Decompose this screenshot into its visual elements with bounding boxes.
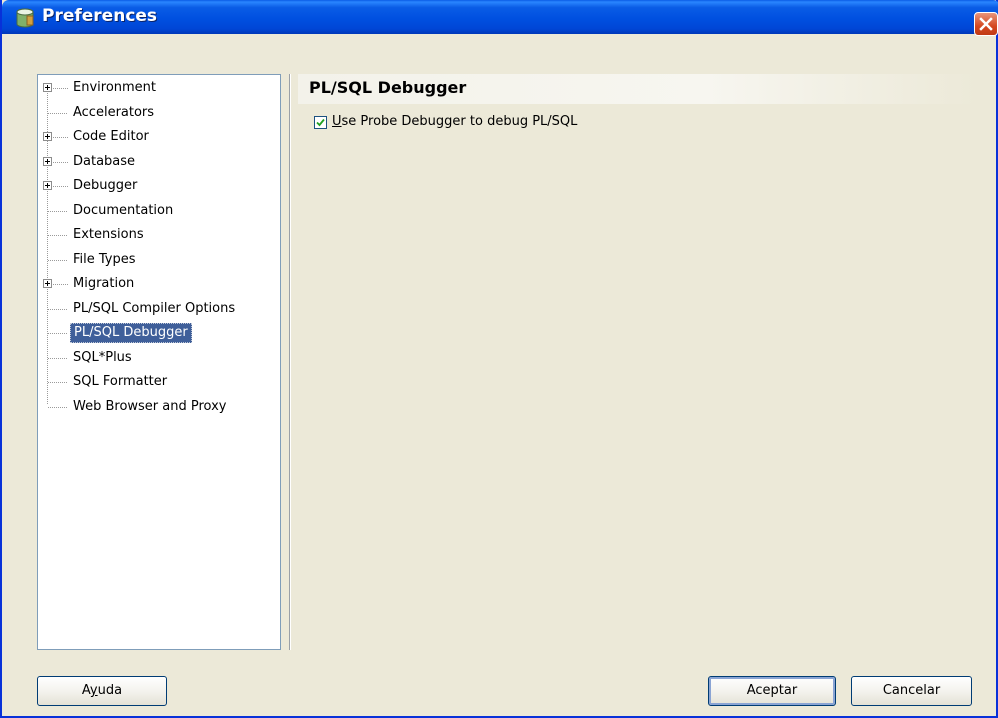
help-mnemonic: y (89, 683, 98, 698)
tree-item[interactable]: SQL Formatter (38, 371, 278, 393)
tree-connector (53, 284, 68, 285)
ok-button[interactable]: Aceptar (708, 676, 836, 706)
cancel-button[interactable]: Cancelar (851, 676, 972, 706)
help-label-end: uda (97, 683, 123, 698)
title-bar[interactable]: Preferences (2, 0, 998, 36)
panel-divider[interactable] (289, 74, 291, 650)
probe-debugger-checkbox[interactable] (314, 116, 327, 129)
expand-icon[interactable] (43, 156, 52, 166)
tree-connector (48, 357, 68, 359)
expand-icon[interactable] (43, 132, 52, 141)
tree-connector (48, 406, 68, 408)
tree-item[interactable]: File Types (38, 249, 278, 271)
tree-item-label: Documentation (73, 202, 174, 218)
tree-item-label: Web Browser and Proxy (73, 398, 227, 414)
tree-item[interactable]: Extensions (38, 224, 278, 246)
tree-item[interactable]: Web Browser and Proxy (38, 396, 278, 418)
tree-item[interactable]: PL/SQL Debugger (38, 322, 278, 344)
expand-icon[interactable] (43, 83, 52, 92)
tree-connector (53, 88, 68, 89)
expand-icon[interactable] (43, 181, 52, 190)
probe-debugger-label[interactable]: Use Probe Debugger to debug PL/SQL (332, 114, 577, 129)
tree-item[interactable]: PL/SQL Compiler Options (38, 298, 278, 320)
tree-item-label: PL/SQL Debugger (70, 323, 192, 343)
help-button[interactable]: Ayuda (37, 676, 167, 706)
tree-item[interactable]: Database (38, 151, 278, 173)
checkmark-icon (316, 118, 325, 127)
close-icon (979, 17, 993, 31)
tree-item-label: Extensions (73, 227, 144, 242)
tree-item[interactable]: Migration (38, 273, 278, 295)
tree-item-label: File Types (73, 251, 136, 267)
tree-item-label: SQL*Plus (73, 349, 132, 365)
expand-icon[interactable] (43, 279, 52, 288)
tree-item-label: Migration (73, 276, 135, 291)
preferences-tree[interactable]: Environment Accelerators Code Editor Databa… (37, 74, 281, 650)
tree-item[interactable]: Documentation (38, 200, 278, 222)
tree-connector (48, 382, 68, 383)
tree-item-label: PL/SQL Compiler Options (73, 300, 236, 316)
tree-item-label: Accelerators (73, 104, 155, 120)
tree-item-label: Code Editor (73, 129, 149, 144)
tree-item[interactable]: Environment (38, 77, 278, 99)
tree-connector (48, 112, 68, 114)
tree-item-label: Debugger (73, 178, 138, 193)
probe-debugger-mnemonic: U (332, 114, 342, 129)
close-button[interactable] (974, 12, 998, 36)
tree-connector (48, 235, 68, 236)
preferences-dialog: Preferences Environment Accelerators Code … (0, 0, 998, 718)
probe-debugger-text: se Probe Debugger to debug PL/SQL (341, 114, 578, 129)
tree-item[interactable]: Debugger (38, 175, 278, 197)
tree-connector (48, 333, 68, 334)
tree-item[interactable]: Code Editor (38, 126, 278, 148)
tree-connector (53, 161, 68, 163)
tree-connector (48, 308, 68, 310)
panel-title: PL/SQL Debugger (309, 78, 467, 97)
tree-connector (53, 186, 68, 187)
tree-connector (53, 137, 68, 138)
tree-connector (48, 210, 68, 212)
window-title: Preferences (42, 6, 158, 26)
help-label-start: A (81, 683, 90, 698)
tree-item[interactable]: Accelerators (38, 102, 278, 124)
tree-item[interactable]: SQL*Plus (38, 347, 278, 369)
tree-item-label: SQL Formatter (73, 374, 168, 389)
tree-item-label: Environment (73, 80, 157, 95)
tree-connector (48, 259, 68, 261)
app-icon (16, 8, 34, 28)
tree-item-label: Database (73, 153, 136, 169)
